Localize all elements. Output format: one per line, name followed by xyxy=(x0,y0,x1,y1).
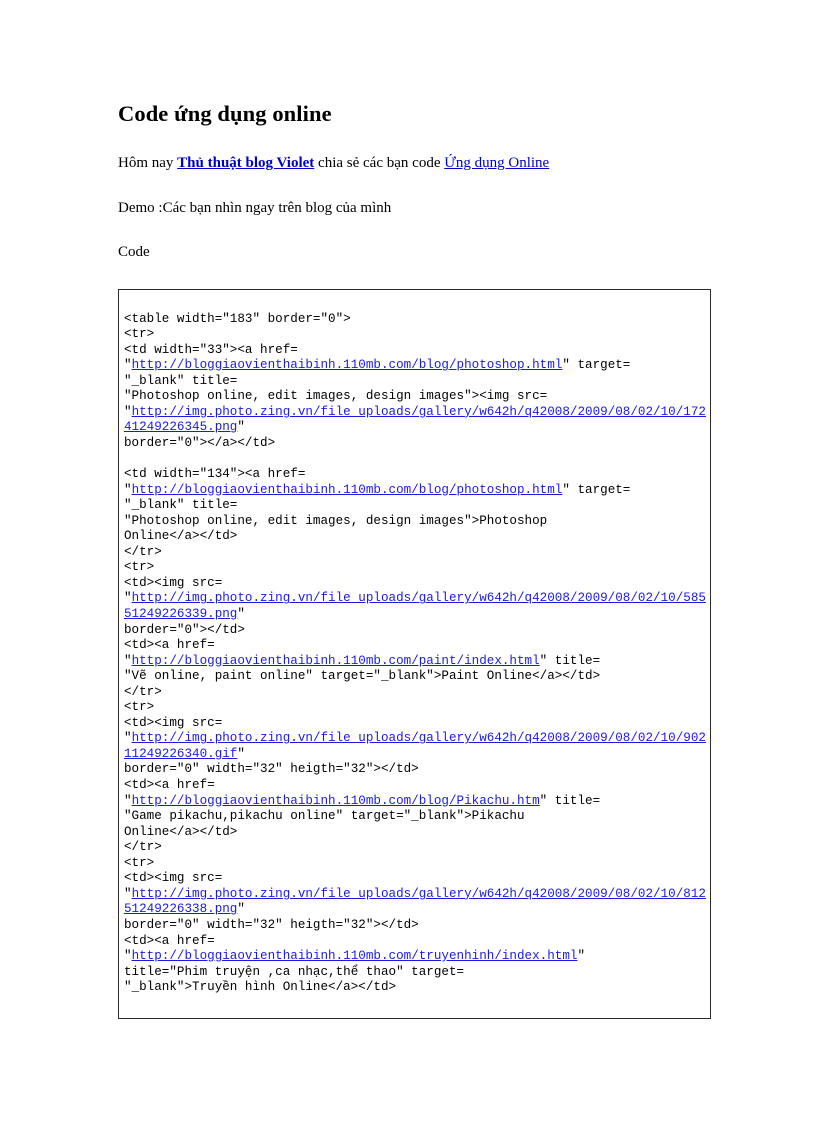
spacer-before-code-box xyxy=(118,263,703,289)
code-text: " xyxy=(237,746,245,761)
code-text: " xyxy=(577,949,586,964)
intro-paragraph: Hôm nay Thủ thuật blog Violet chia sẻ cá… xyxy=(118,154,703,174)
code-text: " xyxy=(124,404,132,419)
code-text: title="Phim truyện ,ca nhạc,thể thao" ta… xyxy=(124,964,465,979)
code-text: <td><a href= xyxy=(124,638,215,653)
code-url[interactable]: http://img.photo.zing.vn/file_uploads/ga… xyxy=(124,887,706,917)
code-text: " xyxy=(124,653,132,668)
code-text: "Game pikachu,pikachu online" target="_b… xyxy=(124,809,525,824)
code-text: border="0"></td> xyxy=(124,622,245,637)
code-text: " target= xyxy=(562,482,631,497)
code-text: border="0" width="32" heigth="32"></td> xyxy=(124,762,419,777)
code-text: <td><img src= xyxy=(124,871,223,886)
code-text: Online</a></td> xyxy=(124,824,238,839)
code-text: <td><img src= xyxy=(124,575,223,590)
code-text: <tr> xyxy=(124,700,155,715)
code-text: <td width="33"><a href= xyxy=(124,342,298,357)
code-text: "Photoshop online, edit images, design i… xyxy=(124,513,548,528)
code-text: " title= xyxy=(539,793,601,808)
code-text: " xyxy=(124,793,132,808)
spacer-after-title xyxy=(118,128,703,154)
code-text: <table width="183" border="0"> xyxy=(124,311,351,326)
code-text: " xyxy=(124,591,132,606)
code-text: "_blank">Truyền hình Online</a></td> xyxy=(124,980,397,995)
code-text: " xyxy=(124,949,132,964)
code-text: border="0"></a></td> xyxy=(124,436,276,450)
link-ung-dung-online[interactable]: Ứng dụng Online xyxy=(444,155,549,171)
code-text: "Photoshop online, edit images, design i… xyxy=(124,389,548,404)
code-block-container: <table width="183" border="0"> <tr> <td … xyxy=(118,288,711,1019)
code-url[interactable]: http://img.photo.zing.vn/file_uploads/ga… xyxy=(124,731,706,761)
code-url[interactable]: http://bloggiaovienthaibinh.110mb.com/bl… xyxy=(132,483,563,497)
code-text: <tr> xyxy=(124,327,155,342)
code-text: <td width="134"><a href= xyxy=(124,467,306,482)
page-title: Code ứng dụng online xyxy=(118,101,332,126)
code-text: <tr> xyxy=(124,855,155,870)
intro-text-before-link: Hôm nay xyxy=(118,155,178,172)
code-text: "Vẽ online, paint online" target="_blank… xyxy=(124,669,601,684)
code-url[interactable]: http://img.photo.zing.vn/file_uploads/ga… xyxy=(124,405,706,435)
code-text: " title= xyxy=(539,653,601,668)
intro-text-between-links: chia sẻ các bạn code xyxy=(314,155,445,172)
code-text: border="0" width="32" heigth="32"></td> xyxy=(124,917,419,932)
code-text: </tr> xyxy=(124,684,162,699)
spacer-after-demo xyxy=(118,218,703,243)
document-page: Code ứng dụng online Hôm nay Thủ thuật b… xyxy=(0,0,816,1019)
code-text: <td><img src= xyxy=(124,715,223,730)
code-text: </tr> xyxy=(124,840,162,855)
code-text: " xyxy=(124,731,132,746)
code-text: " xyxy=(124,482,132,497)
code-text: </tr> xyxy=(124,544,162,559)
spacer-after-intro xyxy=(118,174,703,199)
code-text: " xyxy=(124,358,132,373)
code-url[interactable]: http://bloggiaovienthaibinh.110mb.com/bl… xyxy=(132,358,563,372)
code-text: <tr> xyxy=(124,560,155,575)
code-text: " xyxy=(237,607,245,622)
code-url[interactable]: http://bloggiaovienthaibinh.110mb.com/bl… xyxy=(132,794,540,808)
code-url[interactable]: http://bloggiaovienthaibinh.110mb.com/tr… xyxy=(132,949,578,963)
code-text: <td><a href= xyxy=(124,778,215,793)
code-snippet[interactable]: <table width="183" border="0"> <tr> <td … xyxy=(124,312,710,996)
code-text: " xyxy=(237,902,245,917)
demo-paragraph: Demo :Các bạn nhìn ngay trên blog của mì… xyxy=(118,199,392,216)
code-text: " xyxy=(124,886,132,901)
code-text: "_blank" title= xyxy=(124,373,238,388)
code-text: Online</a></td> xyxy=(124,529,238,544)
code-label: Code xyxy=(118,244,150,261)
code-url[interactable]: http://img.photo.zing.vn/file_uploads/ga… xyxy=(124,591,706,621)
link-thu-thuat-blog-violet[interactable]: Thủ thuật blog Violet xyxy=(177,155,314,171)
code-url[interactable]: http://bloggiaovienthaibinh.110mb.com/pa… xyxy=(132,654,540,668)
code-text: " xyxy=(237,420,245,435)
code-text: "_blank" title= xyxy=(124,498,238,513)
code-text: " target= xyxy=(562,358,631,373)
code-text: <td><a href= xyxy=(124,933,215,948)
